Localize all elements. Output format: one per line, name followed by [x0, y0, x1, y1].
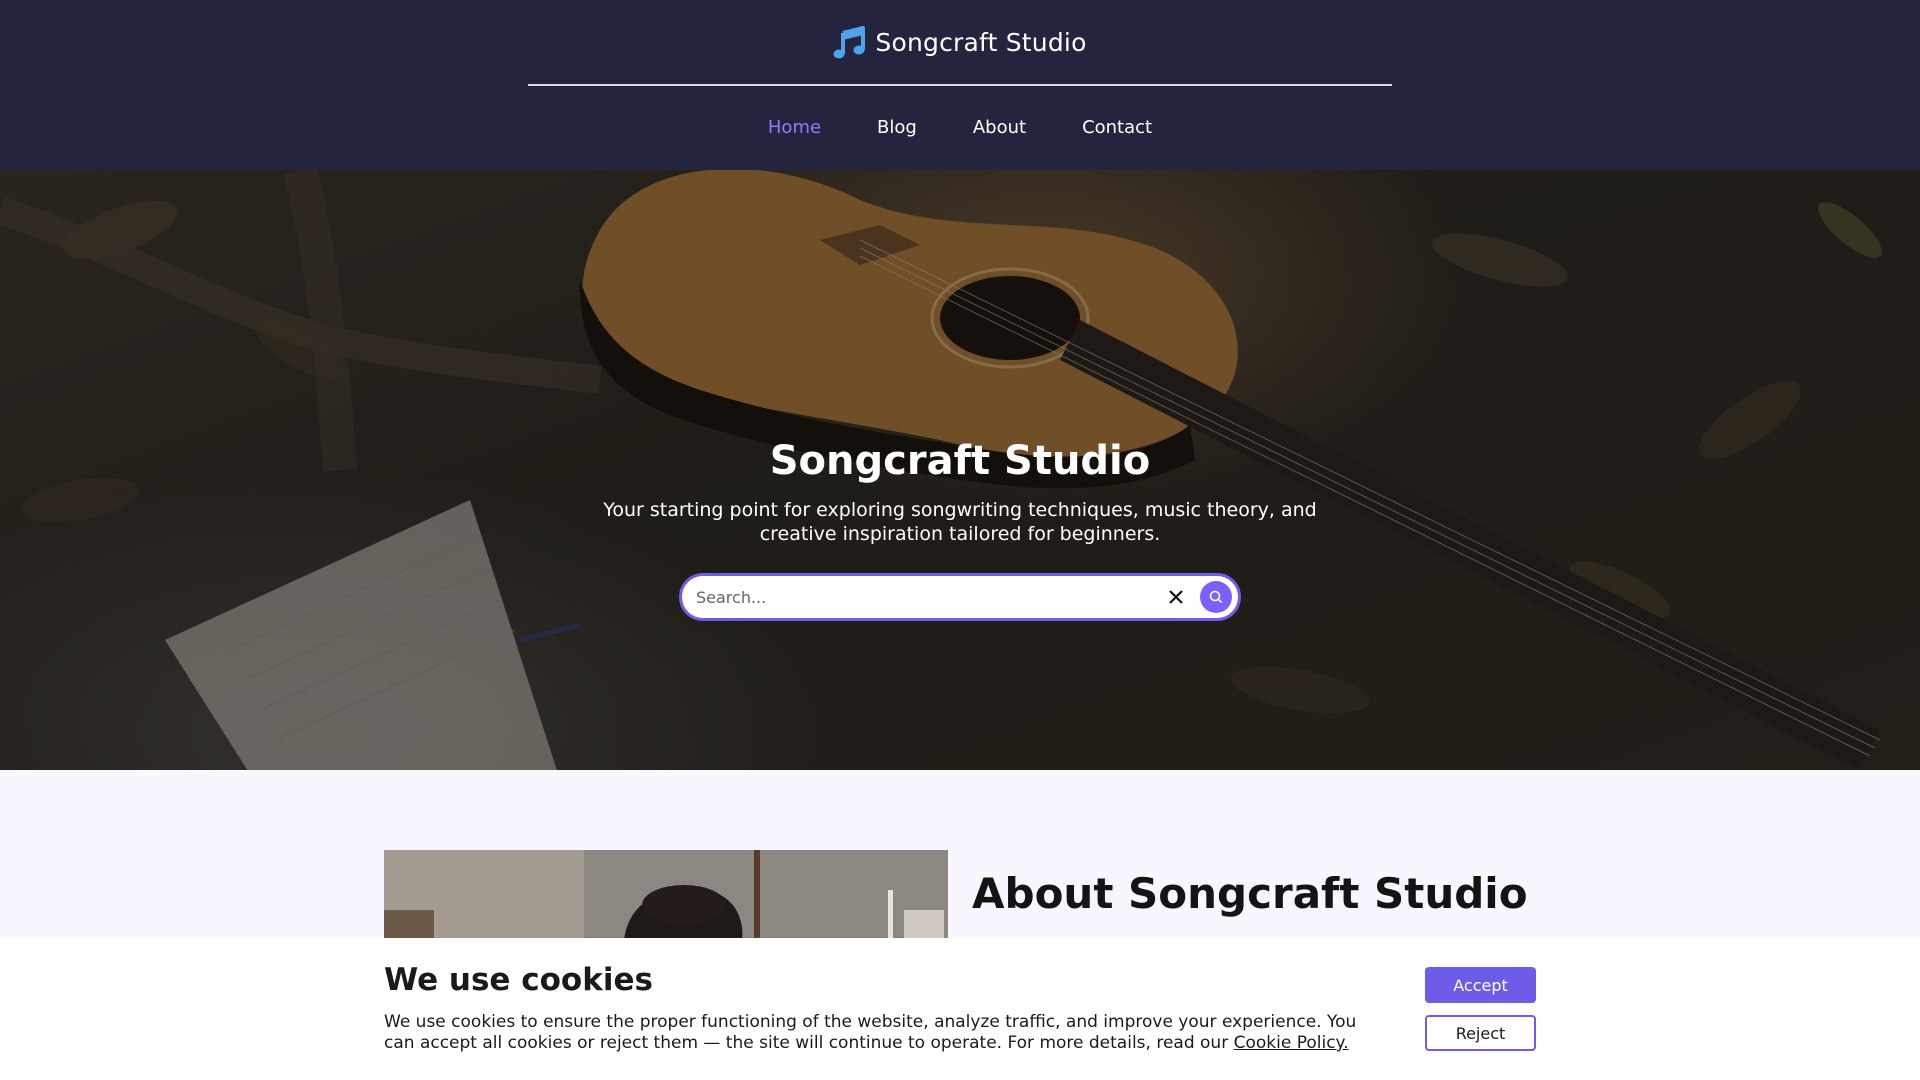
header-divider: [528, 84, 1392, 86]
close-icon: [1169, 590, 1183, 604]
clear-search-button[interactable]: [1160, 581, 1192, 613]
reject-cookies-button[interactable]: Reject: [1425, 1015, 1536, 1051]
nav-item-about[interactable]: About: [973, 110, 1026, 146]
cookie-description: We use cookies to ensure the proper func…: [384, 1012, 1374, 1054]
cookie-banner: We use cookies We use cookies to ensure …: [0, 938, 1920, 1080]
brand[interactable]: Songcraft Studio: [0, 22, 1920, 64]
about-image: [384, 850, 948, 940]
hero-section: Songcraft Studio Your starting point for…: [0, 170, 1920, 770]
hero-title: Songcraft Studio: [769, 438, 1151, 484]
nav-item-home[interactable]: Home: [768, 110, 821, 146]
cookie-title: We use cookies: [384, 962, 653, 998]
accept-cookies-button[interactable]: Accept: [1425, 967, 1536, 1003]
main-nav: Home Blog About Contact: [0, 110, 1920, 146]
cookie-policy-link[interactable]: Cookie Policy.: [1234, 1033, 1349, 1053]
about-title: About Songcraft Studio: [972, 869, 1528, 918]
nav-item-blog[interactable]: Blog: [877, 110, 917, 146]
brand-name[interactable]: Songcraft Studio: [875, 22, 1086, 64]
search-input[interactable]: [696, 587, 1160, 607]
site-header: Songcraft Studio Home Blog About Contact: [0, 0, 1920, 170]
search-submit-button[interactable]: [1200, 581, 1232, 613]
search-bar: [679, 573, 1241, 621]
hero-subtitle: Your starting point for exploring songwr…: [603, 499, 1317, 545]
musician-photo: [384, 850, 948, 940]
cookie-text: We use cookies to ensure the proper func…: [384, 1012, 1357, 1053]
music-note-icon: [833, 26, 866, 59]
search-icon: [1209, 590, 1223, 604]
nav-item-contact[interactable]: Contact: [1082, 110, 1152, 146]
